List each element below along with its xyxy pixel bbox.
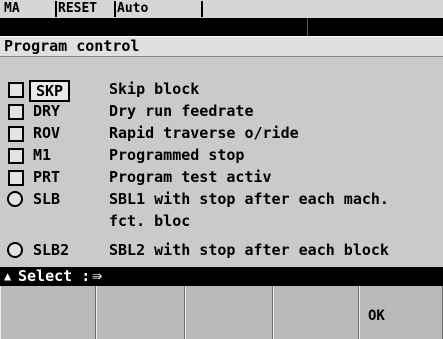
select-label: Select : bbox=[18, 267, 91, 285]
checkbox-icon[interactable] bbox=[8, 82, 24, 98]
option-description: SBL1 with stop after each mach. bbox=[109, 190, 389, 208]
option-code: SKP bbox=[29, 80, 71, 102]
option-code: SLB bbox=[33, 190, 61, 208]
mode-indicator: MA bbox=[4, 1, 20, 16]
select-arrow-icon: ⇛ bbox=[92, 266, 103, 286]
message-bar-divider bbox=[307, 18, 308, 36]
reset-indicator: RESET bbox=[58, 1, 98, 16]
message-bar bbox=[0, 18, 443, 36]
option-code: ROV bbox=[33, 124, 61, 142]
section-header: Program control bbox=[0, 36, 443, 57]
option-description: Program test activ bbox=[109, 168, 272, 186]
option-row-rov[interactable]: ROV Rapid traverse o/ride bbox=[0, 122, 443, 144]
cnc-screen: MA RESET Auto Program control SKP Skip b… bbox=[0, 0, 443, 339]
option-row-slb2[interactable]: SLB2 SBL2 with stop after each block bbox=[0, 239, 443, 261]
option-description-continued: fct. bloc bbox=[109, 212, 191, 230]
option-row-skp[interactable]: SKP Skip block bbox=[0, 78, 443, 102]
option-row-dry[interactable]: DRY Dry run feedrate bbox=[0, 100, 443, 122]
status-separator bbox=[201, 1, 203, 17]
option-row-slb[interactable]: SLB SBL1 with stop after each mach. fct.… bbox=[0, 188, 443, 232]
softkey-3[interactable] bbox=[185, 286, 273, 339]
option-code: PRT bbox=[33, 168, 61, 186]
option-description: Skip block bbox=[109, 80, 200, 98]
option-description: Programmed stop bbox=[109, 146, 245, 164]
option-description: Dry run feedrate bbox=[109, 102, 254, 120]
radio-icon[interactable] bbox=[7, 191, 23, 207]
status-separator bbox=[114, 1, 116, 17]
softkey-bar: OK bbox=[0, 286, 443, 339]
ok-softkey[interactable]: OK bbox=[359, 286, 443, 339]
option-description: SBL2 with stop after each block bbox=[109, 241, 389, 259]
up-arrow-icon: ▲ bbox=[4, 269, 12, 283]
softkey-4[interactable] bbox=[273, 286, 359, 339]
checkbox-icon[interactable] bbox=[8, 148, 24, 164]
checkbox-icon[interactable] bbox=[8, 170, 24, 186]
softkey-1[interactable] bbox=[0, 286, 96, 339]
option-code: M1 bbox=[33, 146, 52, 164]
radio-icon[interactable] bbox=[7, 242, 23, 258]
option-description: Rapid traverse o/ride bbox=[109, 124, 299, 142]
option-row-prt[interactable]: PRT Program test activ bbox=[0, 166, 443, 188]
option-code: SLB2 bbox=[33, 241, 70, 259]
operation-mode: Auto bbox=[117, 1, 149, 16]
section-title: Program control bbox=[4, 37, 140, 55]
select-bar: ▲ Select : ⇛ bbox=[0, 267, 443, 286]
checkbox-icon[interactable] bbox=[8, 126, 24, 142]
checkbox-icon[interactable] bbox=[8, 104, 24, 120]
softkey-label: OK bbox=[368, 308, 385, 324]
softkey-2[interactable] bbox=[96, 286, 185, 339]
option-row-m1[interactable]: M1 Programmed stop bbox=[0, 144, 443, 166]
status-separator bbox=[55, 1, 57, 17]
status-bar: MA RESET Auto bbox=[0, 0, 443, 18]
option-code: DRY bbox=[33, 102, 61, 120]
